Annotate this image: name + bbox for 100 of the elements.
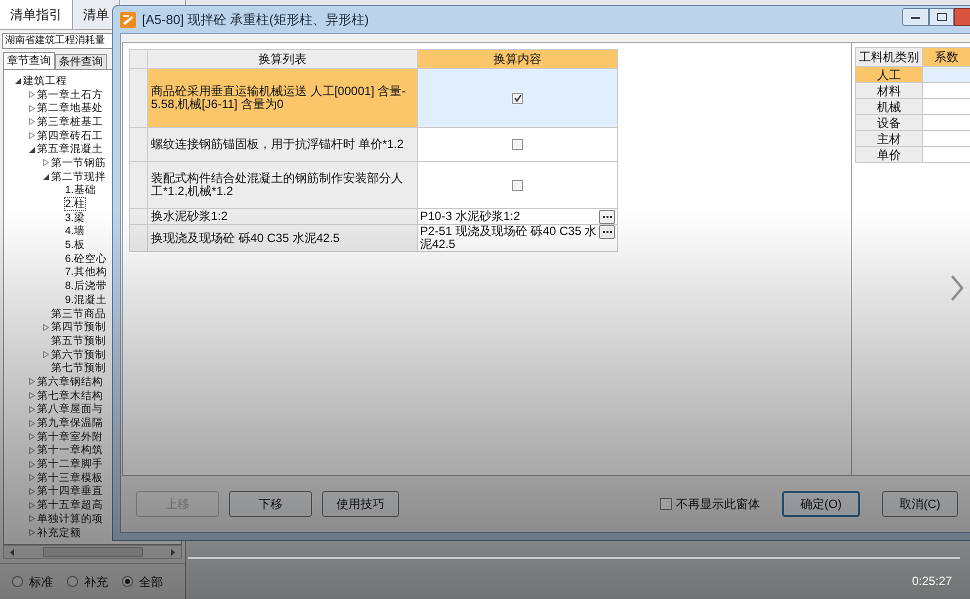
tree-item[interactable]: 6.砼空心 (65, 252, 107, 265)
tree-item[interactable]: 第六节预制 (51, 348, 106, 361)
table-cell: 换现浇及现场砼 砾40 C35 水泥42.5 (148, 224, 418, 252)
collapse-icon[interactable] (43, 173, 49, 180)
tree-item[interactable]: 第二章地基处 (37, 102, 103, 114)
tree-item[interactable]: 第五节预制 (51, 334, 106, 347)
scrollbar-thumb[interactable] (42, 547, 142, 557)
expand-icon[interactable] (29, 91, 35, 98)
tree-item[interactable]: 第一节钢筋 (51, 156, 106, 169)
video-time: 0:25:27 (912, 573, 952, 590)
table-cell: 材料 (856, 82, 923, 98)
tree-item[interactable]: 第三节商品 (51, 308, 106, 320)
checkbox[interactable] (512, 139, 523, 150)
tree-item[interactable]: 8.后浇带 (65, 280, 107, 292)
expand-icon[interactable] (29, 420, 35, 427)
radio-button[interactable] (12, 576, 23, 587)
expand-icon[interactable] (29, 446, 35, 454)
dialog-button[interactable]: 下移 (229, 491, 312, 517)
maximize-button[interactable] (929, 8, 954, 26)
expand-icon[interactable] (29, 104, 35, 112)
table-cell: 装配式构件结合处混凝土的钢筋制作安装部分人工*1.2,机械*1.2 (148, 162, 418, 208)
maximize-icon (936, 13, 946, 21)
tree-item[interactable]: 3.梁 (65, 212, 85, 224)
tree-item[interactable]: 第六章钢结构 (37, 376, 103, 388)
column-header: 系数 (922, 48, 970, 66)
tree-item[interactable]: 第七章木结构 (37, 390, 103, 402)
expand-icon[interactable] (43, 351, 49, 358)
expand-icon[interactable] (29, 474, 35, 482)
checkbox-label: 不再显示此窗体 (676, 496, 760, 513)
radio-label: 全部 (139, 574, 163, 590)
scroll-right-icon[interactable] (171, 548, 175, 556)
expand-icon[interactable] (29, 392, 35, 400)
tree-item[interactable]: 第十五章超高 (37, 499, 103, 512)
cancel-button[interactable]: 取消(C) (882, 491, 958, 517)
expand-icon[interactable] (29, 515, 35, 522)
radio-button[interactable] (122, 576, 133, 587)
tree-item[interactable]: 第八章屋面与 (37, 403, 103, 416)
tree-item[interactable]: 第四章砖石工 (37, 130, 103, 142)
tree-item[interactable]: 第九章保温隔 (37, 417, 103, 430)
table-cell: 主材 (856, 130, 923, 146)
next-icon[interactable] (950, 274, 964, 302)
expand-icon[interactable] (29, 502, 35, 509)
tree-item[interactable]: 4.墙 (65, 225, 85, 238)
tree-item[interactable]: 单独计算的项 (37, 512, 103, 525)
table-cell: 机械 (856, 98, 923, 114)
column-header: 换算内容 (418, 50, 618, 68)
tree-item[interactable]: 9.混凝土 (65, 294, 107, 306)
tree-item[interactable]: 第三章桩基工 (37, 116, 103, 128)
browse-button[interactable] (599, 225, 615, 239)
tree-item[interactable]: 第十二章脚手 (37, 458, 103, 470)
minimize-icon (911, 16, 920, 18)
field-value: P10-3 水泥砂浆1:2 (420, 210, 522, 222)
expand-icon[interactable] (29, 118, 35, 126)
tree-item[interactable]: 2.柱 (65, 198, 85, 210)
tree-item[interactable]: 第十一章构筑 (37, 444, 103, 456)
app-icon (120, 12, 136, 28)
expand-icon[interactable] (29, 132, 35, 140)
tree-item[interactable]: 1.基础 (65, 184, 96, 196)
tree-item[interactable]: 第四节预制 (51, 321, 106, 334)
table-cell: 设备 (856, 114, 923, 130)
scroll-left-icon[interactable] (10, 548, 14, 556)
tree-item[interactable]: 第五章混凝土 (37, 143, 103, 156)
expand-icon[interactable] (29, 433, 35, 440)
expand-icon[interactable] (43, 159, 49, 166)
tab[interactable]: 清单指引 (0, 0, 73, 29)
tree-item[interactable]: 7.其他构 (65, 266, 107, 278)
radio-label: 标准 (29, 574, 53, 590)
expand-icon[interactable] (29, 460, 35, 468)
tree-item[interactable]: 第十三章模板 (37, 472, 103, 484)
tree-item[interactable]: 第七节预制 (51, 362, 106, 374)
dialog-button[interactable]: 使用技巧 (322, 491, 399, 517)
expand-icon[interactable] (43, 324, 49, 331)
column-header: 工料机类别 (856, 48, 923, 66)
ok-button[interactable]: 确定(O) (782, 491, 860, 517)
checkbox[interactable] (512, 180, 523, 190)
table-cell: 人工 (856, 66, 923, 82)
collapse-icon[interactable] (15, 77, 21, 84)
close-button[interactable] (954, 8, 970, 26)
tree-item[interactable]: 建筑工程 (23, 74, 67, 87)
tree-item[interactable]: 第十章室外附 (37, 430, 103, 443)
expand-icon[interactable] (29, 406, 35, 413)
tree-item[interactable]: 第一章土石方 (37, 88, 103, 101)
checkbox[interactable] (660, 498, 672, 510)
radio-button[interactable] (67, 576, 78, 587)
tree-item[interactable]: 第十四章垂直 (37, 485, 103, 498)
minimize-button[interactable] (902, 8, 929, 26)
expand-icon[interactable] (29, 529, 35, 536)
tree-item[interactable]: 补充定额 (37, 526, 81, 539)
table-cell: 商品砼采用垂直运输机械运送 人工[00001] 含量-5.58,机械[J6-11] 含量为0 (148, 68, 418, 128)
radio-label: 补充 (84, 574, 108, 590)
tree-item[interactable]: 第二节现拌 (51, 170, 106, 183)
checkbox[interactable] (512, 92, 523, 104)
column-header: 换算列表 (148, 50, 418, 68)
tree-item[interactable]: 5.板 (65, 239, 85, 252)
tab[interactable]: 章节查询 (3, 52, 55, 69)
tab[interactable]: 条件查询 (55, 54, 107, 69)
expand-icon[interactable] (29, 488, 35, 495)
collapse-icon[interactable] (29, 146, 35, 153)
expand-icon[interactable] (29, 378, 35, 386)
browse-button[interactable] (599, 210, 615, 224)
